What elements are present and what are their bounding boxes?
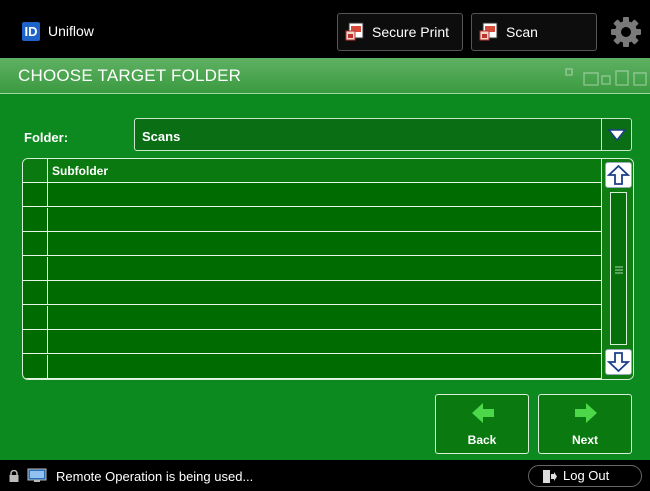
gear-icon <box>611 17 641 47</box>
folder-value: Scans <box>142 129 181 144</box>
title-bar: CHOOSE TARGET FOLDER <box>0 58 650 94</box>
lock-icon <box>9 470 19 482</box>
arrow-up-icon <box>606 164 631 185</box>
row-select-cell[interactable] <box>23 256 48 280</box>
row-select-cell[interactable] <box>23 183 48 206</box>
logout-label: Log Out <box>563 468 610 483</box>
folder-dropdown-toggle[interactable] <box>601 119 631 150</box>
table-row[interactable] <box>23 305 601 330</box>
table-row[interactable] <box>23 256 601 281</box>
back-label: Back <box>467 433 497 447</box>
settings-button[interactable] <box>610 16 642 48</box>
table-row[interactable] <box>23 183 601 207</box>
table-header: Subfolder <box>23 159 601 183</box>
next-button[interactable]: Next <box>538 394 632 454</box>
scroll-track[interactable] <box>610 192 627 345</box>
page-title: CHOOSE TARGET FOLDER <box>18 66 242 85</box>
scan-icon <box>479 22 498 41</box>
device-decoration-icon <box>565 68 647 86</box>
status-bar: Remote Operation is being used... Log Ou… <box>0 460 650 491</box>
subfolder-column-header: Subfolder <box>52 164 108 178</box>
secure-print-button[interactable]: Secure Print <box>337 13 463 51</box>
main-panel: CHOOSE TARGET FOLDER Folder: Scans Subfo… <box>0 58 650 460</box>
row-select-cell[interactable] <box>23 281 48 304</box>
row-select-cell[interactable] <box>23 232 48 255</box>
remote-operation-icon <box>27 468 47 482</box>
arrow-right-icon <box>575 403 597 423</box>
uniflow-logo-icon: ID <box>22 22 40 41</box>
app-name: Uniflow <box>48 23 94 39</box>
arrow-down-icon <box>606 352 631 373</box>
row-select-cell[interactable] <box>23 354 48 378</box>
scroll-grip-icon <box>615 266 623 274</box>
top-bar: ID Uniflow Secure Print Scan <box>0 0 650 58</box>
scan-label: Scan <box>506 24 538 40</box>
logout-icon <box>543 470 557 483</box>
folder-dropdown[interactable]: Scans <box>134 118 632 151</box>
scan-button[interactable]: Scan <box>471 13 597 51</box>
table-row[interactable] <box>23 207 601 232</box>
row-select-cell[interactable] <box>23 305 48 329</box>
table-row[interactable] <box>23 281 601 305</box>
secure-print-icon <box>345 22 364 41</box>
row-select-cell[interactable] <box>23 330 48 353</box>
header-select-column <box>23 159 48 183</box>
table-scrollbar[interactable] <box>601 159 633 379</box>
status-message: Remote Operation is being used... <box>56 469 254 484</box>
secure-print-label: Secure Print <box>372 24 450 40</box>
table-row[interactable] <box>23 232 601 256</box>
table-row[interactable] <box>23 354 601 379</box>
scroll-down-button[interactable] <box>605 349 632 375</box>
table-row[interactable] <box>23 330 601 354</box>
scroll-up-button[interactable] <box>605 162 632 188</box>
chevron-down-icon <box>607 129 627 142</box>
folder-label: Folder: <box>24 130 69 145</box>
next-label: Next <box>571 433 598 447</box>
back-button[interactable]: Back <box>435 394 529 454</box>
arrow-left-icon <box>472 403 494 423</box>
logout-button[interactable]: Log Out <box>528 465 642 487</box>
row-select-cell[interactable] <box>23 207 48 231</box>
subfolder-table: Subfolder <box>22 158 634 380</box>
